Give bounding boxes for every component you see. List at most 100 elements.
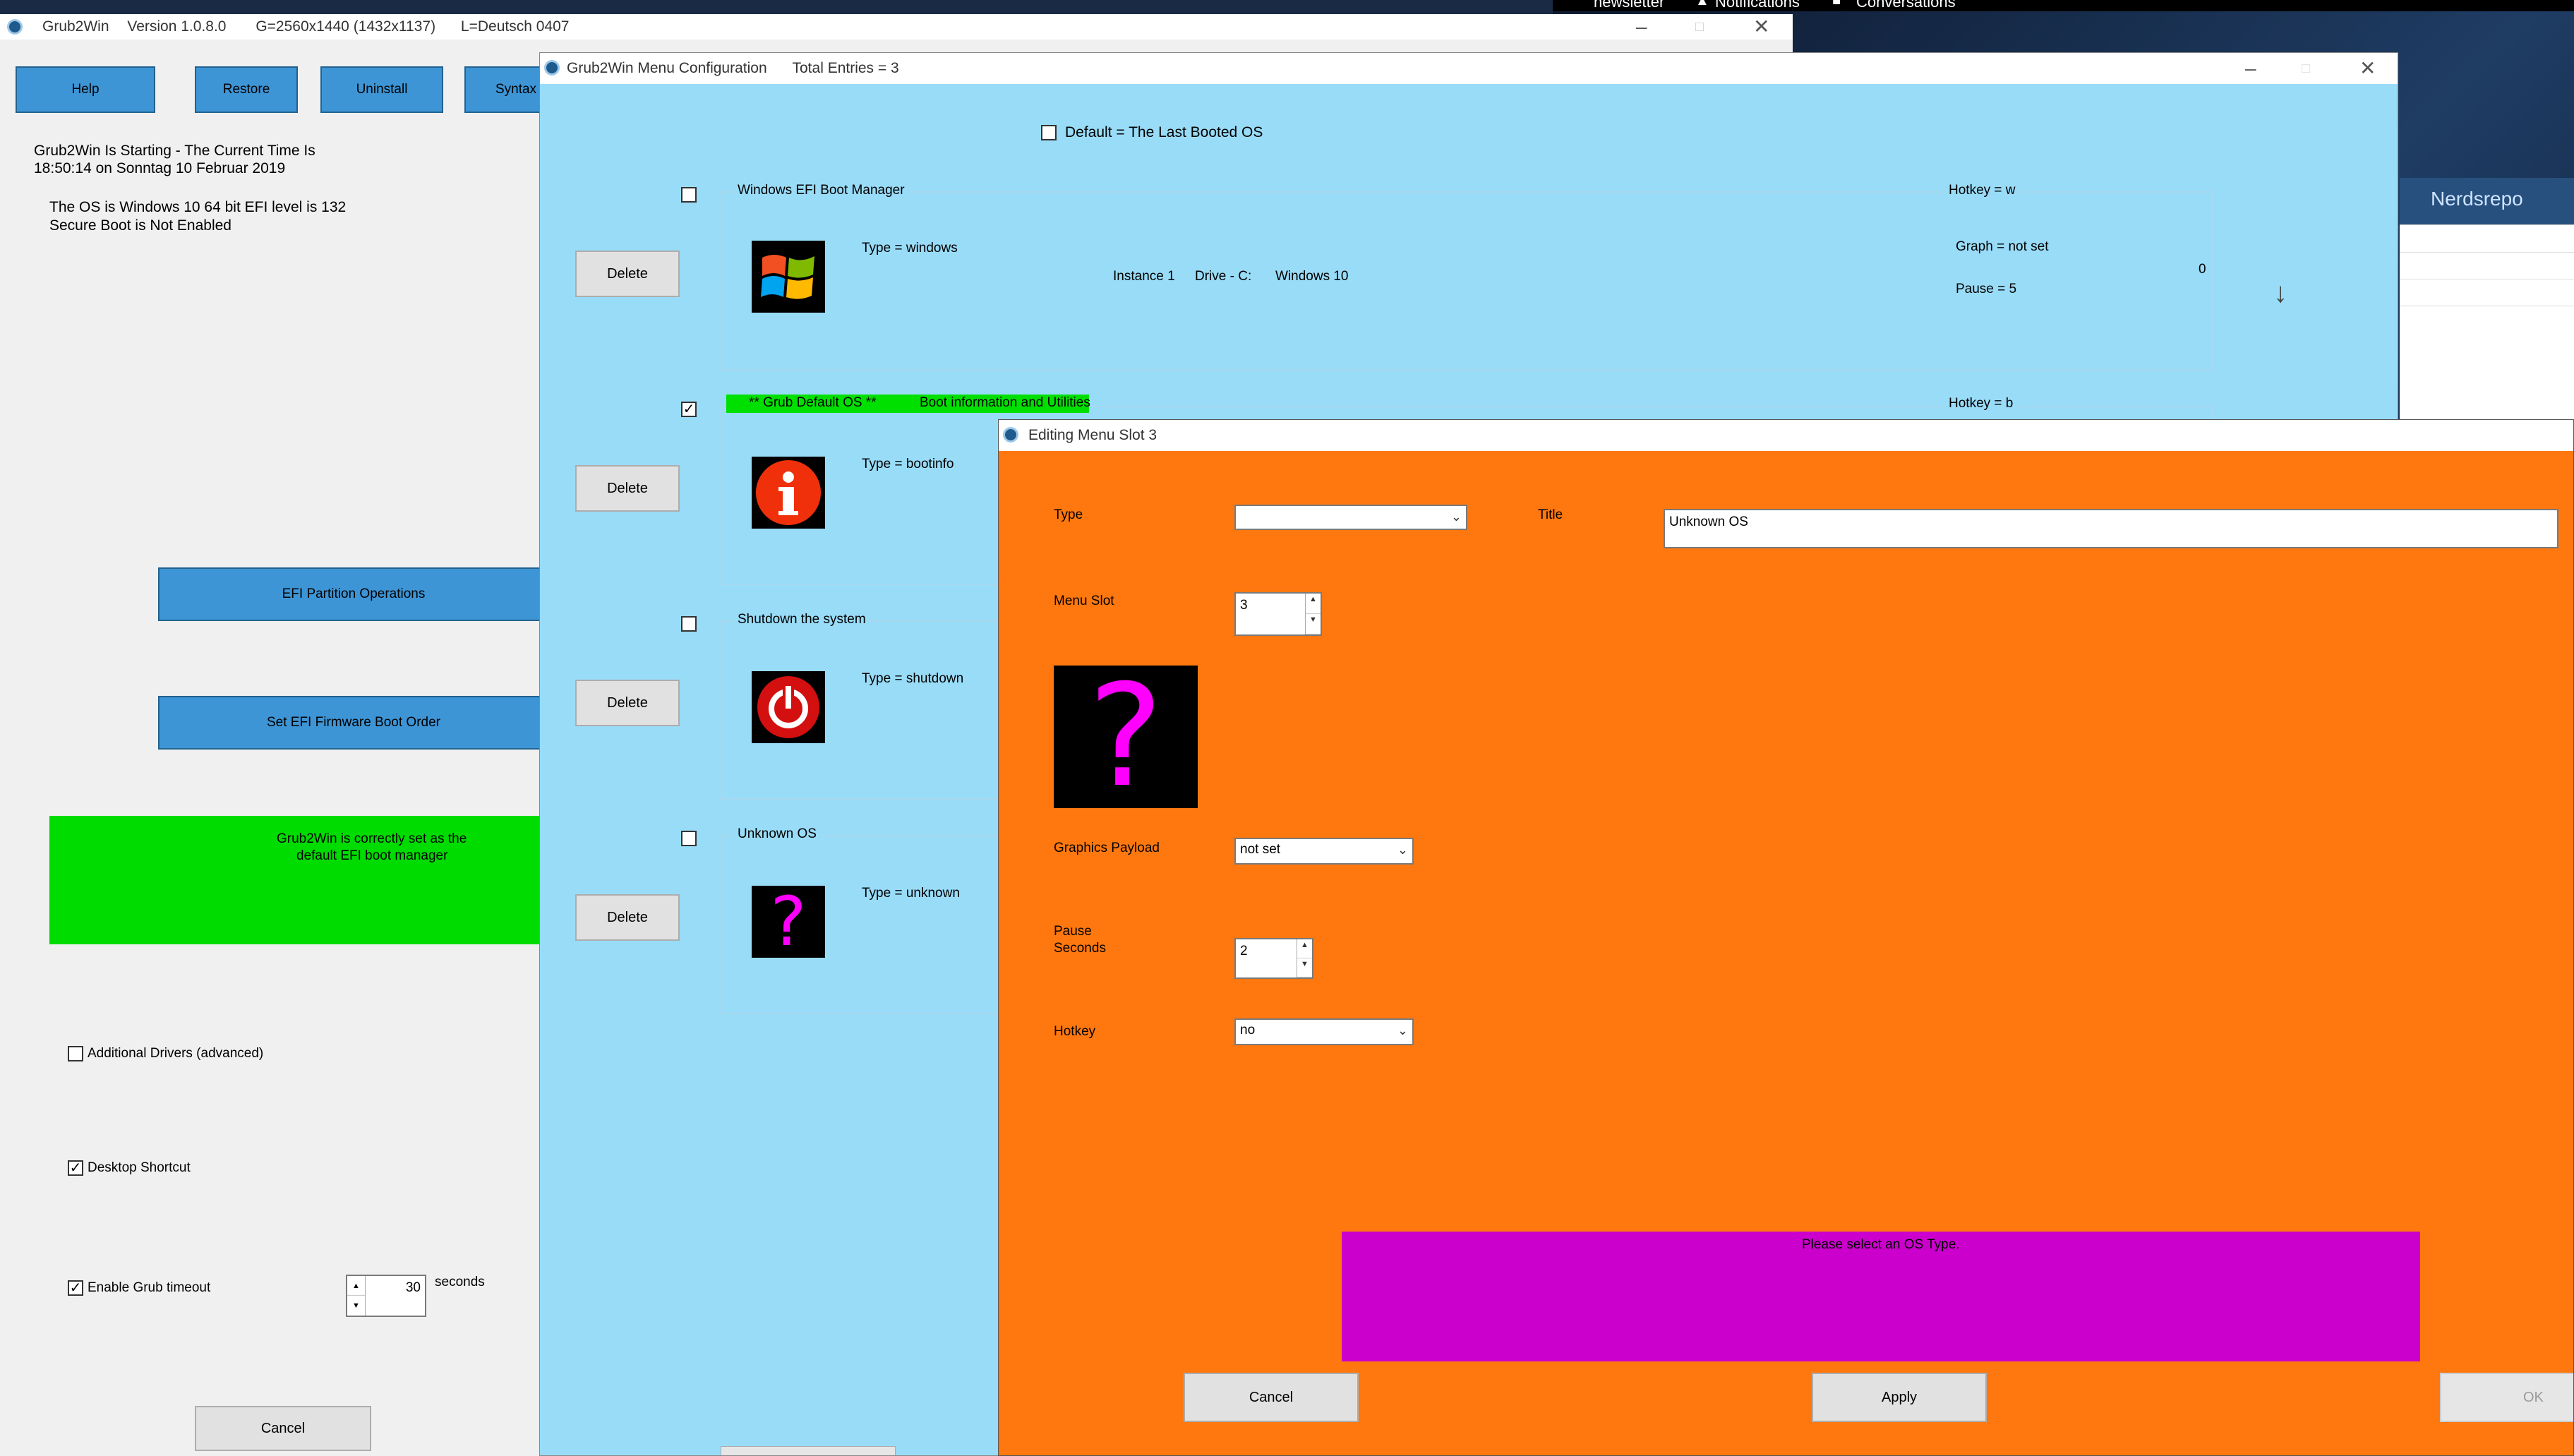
- main-title-lang: L=Deutsch 0407: [460, 18, 570, 35]
- entry-0-hotkey: Hotkey = w: [1944, 183, 2020, 198]
- additional-drivers-label: Additional Drivers (advanced): [88, 1046, 264, 1061]
- ok-button[interactable]: OK: [2440, 1373, 2573, 1422]
- chevron-down-icon: ⌄: [1450, 510, 1462, 524]
- notifications-link[interactable]: Notifications: [1715, 0, 1800, 11]
- uninstall-button[interactable]: Uninstall: [320, 66, 443, 113]
- title-label: Title: [1538, 507, 1563, 522]
- menu-config-logo-icon: [544, 60, 560, 76]
- efi-status-panel: Grub2Win is correctly set as the default…: [49, 816, 543, 944]
- menu-slot-stepper[interactable]: 3 ▲ ▼: [1234, 592, 1322, 636]
- menu-config-title: Grub2Win Menu Configuration: [567, 60, 767, 76]
- message-panel: Please select an OS Type.: [1342, 1232, 2420, 1361]
- maximize-icon[interactable]: □: [2302, 53, 2310, 84]
- desktop-shortcut-label: Desktop Shortcut: [88, 1160, 191, 1175]
- maximize-icon[interactable]: □: [1695, 14, 1704, 40]
- entry-0-instance: Instance 1: [1113, 269, 1175, 284]
- main-titlebar: Grub2Win Version 1.0.8.0 G=2560x1440 (14…: [0, 14, 1793, 40]
- entry-2-type: Type = shutdown: [862, 671, 964, 686]
- pause-label: Pause: [1054, 924, 1092, 939]
- default-last-booted-checkbox[interactable]: [1041, 125, 1057, 140]
- question-mark-icon: ?: [752, 886, 825, 958]
- entry-1-hotkey: Hotkey = b: [1944, 396, 2018, 411]
- nerdsrepo-link[interactable]: Nerdsrepo: [2431, 188, 2523, 210]
- efi-partition-operations-button[interactable]: EFI Partition Operations: [158, 567, 549, 621]
- type-label: Type: [1054, 507, 1083, 522]
- menu-config-titlebar: Grub2Win Menu Configuration Total Entrie…: [540, 53, 2398, 84]
- timeout-stepper[interactable]: ▲ ▼ 30: [346, 1275, 426, 1317]
- entry-1-default-marker: ** Grub Default OS **: [749, 395, 877, 410]
- enable-grub-timeout-label: Enable Grub timeout: [88, 1280, 211, 1295]
- restore-button[interactable]: Restore: [195, 66, 298, 113]
- pause-seconds-value: 2: [1240, 944, 1248, 958]
- minimize-icon[interactable]: –: [2245, 53, 2256, 84]
- menu-slot-stepper-arrows[interactable]: ▲ ▼: [1305, 594, 1321, 634]
- entry-2-title: Shutdown the system: [733, 612, 870, 627]
- graphics-payload-dropdown[interactable]: not set ⌄: [1234, 838, 1414, 865]
- entry-0-delete-button[interactable]: Delete: [575, 251, 680, 297]
- chevron-down-icon: ⌄: [1397, 1023, 1408, 1037]
- type-dropdown[interactable]: ⌄: [1234, 505, 1467, 530]
- entry-2-delete-button[interactable]: Delete: [575, 680, 680, 726]
- pause-seconds-stepper-arrows[interactable]: ▲ ▼: [1297, 939, 1312, 977]
- entry-1-checkbox[interactable]: ✓: [681, 402, 697, 417]
- main-cancel-button[interactable]: Cancel: [195, 1406, 371, 1451]
- background-content-panel: [2400, 224, 2574, 429]
- timeout-stepper-arrows[interactable]: ▲ ▼: [347, 1276, 366, 1316]
- edit-dialog-titlebar: Editing Menu Slot 3: [999, 420, 2573, 451]
- pause-seconds-label: Seconds: [1054, 941, 1106, 956]
- enable-grub-timeout-checkbox[interactable]: ✓: [68, 1280, 83, 1296]
- additional-drivers-checkbox[interactable]: [68, 1046, 83, 1061]
- entry-1-delete-button[interactable]: Delete: [575, 465, 680, 512]
- question-mark-icon: ?: [1088, 654, 1164, 819]
- title-input[interactable]: Unknown OS: [1664, 509, 2558, 548]
- menu-slot-value: 3: [1240, 598, 1248, 613]
- menu-slot-label: Menu Slot: [1054, 594, 1114, 608]
- edit-menu-slot-dialog: Editing Menu Slot 3 Type ⌄ Title Unknown…: [998, 419, 2574, 1456]
- entry-0-pause: Pause = 5: [1956, 282, 2017, 296]
- title-input-value: Unknown OS: [1669, 515, 1748, 529]
- entry-0-number: 0: [2199, 262, 2206, 277]
- windows-logo-icon: [752, 241, 825, 313]
- entry-3-delete-button[interactable]: Delete: [575, 894, 680, 941]
- os-info-line-1: The OS is Windows 10 64 bit EFI level is…: [49, 199, 347, 215]
- entry-3-title: Unknown OS: [733, 826, 821, 842]
- conversations-link[interactable]: Conversations: [1856, 0, 1956, 11]
- entry-2-checkbox[interactable]: [681, 616, 697, 632]
- chevron-down-icon: ⌄: [1397, 843, 1408, 857]
- seconds-label: seconds: [435, 1275, 485, 1289]
- entry-3-checkbox[interactable]: [681, 831, 697, 846]
- main-title-version: Version 1.0.8.0: [127, 18, 227, 35]
- main-title-app: Grub2Win: [42, 18, 109, 35]
- newsletter-link[interactable]: newsletter: [1594, 0, 1664, 11]
- entry-0-frame: [719, 191, 2213, 371]
- close-icon[interactable]: ✕: [2359, 53, 2376, 84]
- set-efi-firmware-boot-order-button[interactable]: Set EFI Firmware Boot Order: [158, 696, 549, 750]
- edit-dialog-title: Editing Menu Slot 3: [1028, 427, 1157, 443]
- minimize-icon[interactable]: –: [1636, 14, 1647, 40]
- entry-0-drive: Drive - C:: [1195, 269, 1252, 284]
- default-last-booted-label: Default = The Last Booted OS: [1065, 124, 1263, 140]
- os-image-preview: ?: [1054, 666, 1198, 808]
- close-icon[interactable]: ✕: [1753, 14, 1769, 40]
- desktop-shortcut-checkbox[interactable]: ✓: [68, 1160, 83, 1176]
- move-down-arrow-icon[interactable]: ↓: [2273, 277, 2287, 309]
- entry-0-checkbox[interactable]: [681, 187, 697, 203]
- apply-button[interactable]: Apply: [1812, 1373, 1987, 1422]
- hotkey-dropdown[interactable]: no ⌄: [1234, 1018, 1414, 1045]
- timeout-value: 30: [405, 1280, 421, 1295]
- edit-cancel-button[interactable]: Cancel: [1184, 1373, 1359, 1422]
- pause-seconds-stepper[interactable]: 2 ▲ ▼: [1234, 938, 1313, 979]
- efi-status-line-1: Grub2Win is correctly set as the: [277, 831, 467, 846]
- bell-icon: ▲: [1695, 0, 1709, 8]
- menu-config-bottom-tab: [721, 1446, 896, 1455]
- hotkey-value: no: [1240, 1023, 1256, 1037]
- status-line-1: Grub2Win Is Starting - The Current Time …: [34, 143, 315, 159]
- entry-0-type: Type = windows: [862, 241, 958, 255]
- entry-0-os: Windows 10: [1275, 269, 1349, 284]
- help-button[interactable]: Help: [16, 66, 155, 113]
- graphics-payload-label: Graphics Payload: [1054, 841, 1160, 855]
- grub2win-logo-icon: [7, 19, 23, 35]
- os-info-line-2: Secure Boot is Not Enabled: [49, 217, 231, 234]
- info-icon: [752, 457, 825, 529]
- hotkey-label: Hotkey: [1054, 1024, 1096, 1039]
